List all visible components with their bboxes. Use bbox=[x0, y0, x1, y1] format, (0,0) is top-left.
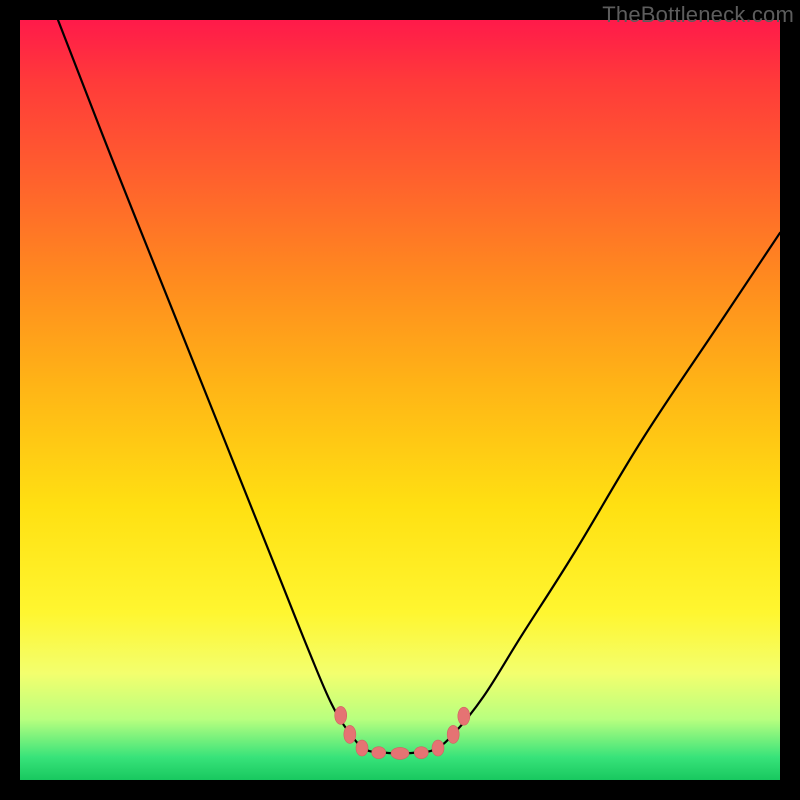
curve-marker bbox=[335, 706, 347, 724]
curve-marker bbox=[447, 725, 459, 743]
curve-marker bbox=[432, 740, 444, 756]
curve-marker bbox=[356, 740, 368, 756]
curve-marker bbox=[344, 725, 356, 743]
curve-marker bbox=[458, 707, 470, 725]
marker-group bbox=[335, 706, 470, 759]
gradient-plot-area bbox=[20, 20, 780, 780]
curve-marker bbox=[414, 747, 428, 759]
chart-stage: TheBottleneck.com bbox=[0, 0, 800, 800]
curve-layer bbox=[20, 20, 780, 780]
watermark-text: TheBottleneck.com bbox=[602, 2, 794, 28]
curve-marker bbox=[372, 747, 386, 759]
curve-marker bbox=[391, 747, 409, 759]
bottleneck-curve bbox=[58, 20, 780, 753]
